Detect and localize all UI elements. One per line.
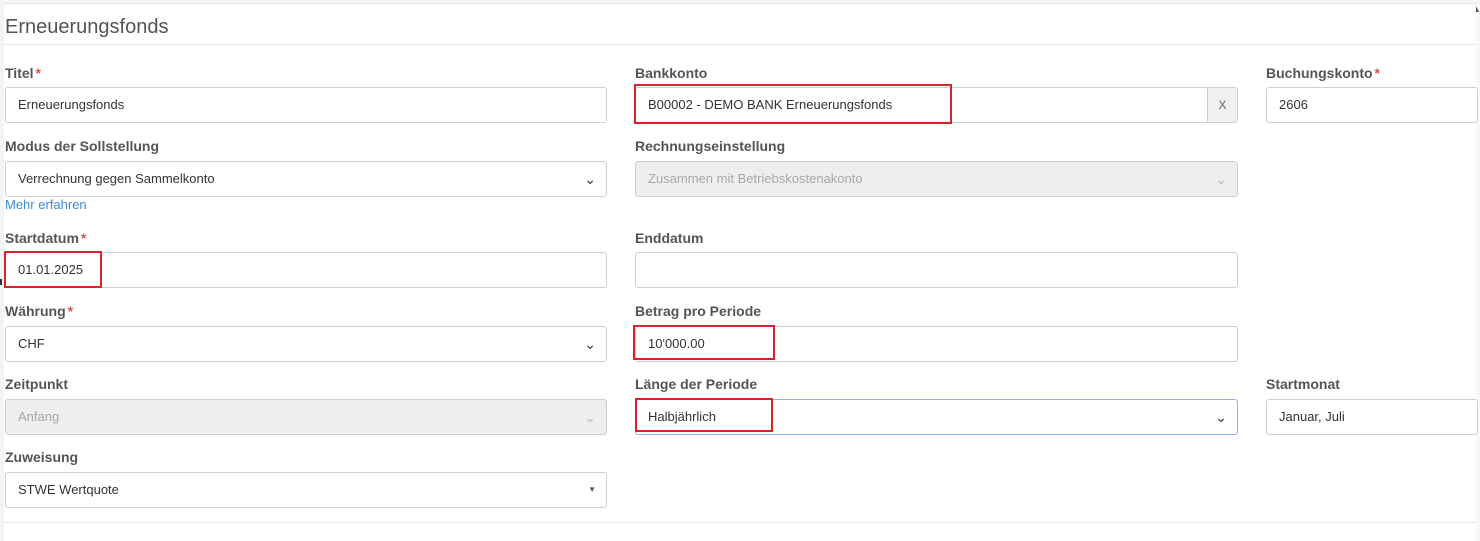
laenge-label: Länge der Periode (635, 376, 758, 392)
required-marker: * (67, 303, 74, 319)
enddatum-label: Enddatum (635, 230, 704, 246)
laenge-select[interactable]: Halbjährlich ⌄ (635, 399, 1238, 435)
rechnungseinstellung-select: Zusammen mit Betriebskostenakonto ⌄ (635, 161, 1238, 197)
enddatum-input[interactable] (635, 252, 1238, 288)
zeitpunkt-value: Anfang (18, 409, 60, 424)
chevron-down-icon: ⌄ (584, 171, 596, 187)
mehr-erfahren-link[interactable]: Mehr erfahren (5, 197, 87, 212)
required-marker: * (35, 65, 41, 81)
section-title: Erneuerungsfonds (5, 16, 169, 38)
modus-label: Modus der Sollstellung (5, 138, 160, 154)
bankkonto-select[interactable]: B00002 - DEMO BANK Erneuerungsfonds X (635, 87, 1238, 123)
betrag-value: 10'000.00 (648, 336, 705, 351)
chevron-down-icon: ⌄ (1215, 171, 1227, 187)
titel-label-text: Titel (5, 65, 34, 81)
betrag-label: Betrag pro Periode (635, 303, 762, 319)
zeitpunkt-select: Anfang ⌄ (5, 399, 607, 435)
startdatum-label: Startdatum * (5, 230, 86, 246)
waehrung-value: CHF (18, 336, 45, 351)
startdatum-value: 01.01.2025 (18, 262, 84, 277)
startmonat-value: Januar, Juli (1279, 409, 1345, 424)
chevron-down-icon: ⌄ (584, 336, 596, 352)
zuweisung-select[interactable]: STWE Wertquote ▼ (5, 472, 607, 508)
required-marker: * (1374, 65, 1380, 81)
bankkonto-clear-button[interactable]: X (1207, 88, 1237, 122)
laenge-value: Halbjährlich (648, 409, 716, 424)
title-divider (4, 44, 1476, 45)
form-bottom-divider (4, 522, 1476, 523)
zuweisung-value: STWE Wertquote (18, 482, 119, 497)
startmonat-input[interactable]: Januar, Juli (1266, 399, 1478, 435)
required-marker: * (80, 230, 87, 246)
caret-down-icon: ▼ (588, 485, 596, 494)
waehrung-select[interactable]: CHF ⌄ (5, 326, 607, 362)
startmonat-label: Startmonat (1266, 376, 1340, 392)
buchungskonto-label: Buchungskonto * (1266, 65, 1380, 81)
buchungskonto-value: 2606 (1279, 97, 1308, 112)
chevron-down-icon: ⌄ (1215, 409, 1227, 425)
titel-label: Titel * (5, 65, 41, 81)
waehrung-label-text: Währung (5, 303, 66, 319)
modus-value: Verrechnung gegen Sammelkonto (18, 171, 215, 186)
zeitpunkt-label: Zeitpunkt (5, 376, 68, 392)
buchungskonto-label-text: Buchungskonto (1266, 65, 1373, 81)
titel-input[interactable]: Erneuerungsfonds (5, 87, 607, 123)
bankkonto-label: Bankkonto (635, 65, 708, 81)
chevron-down-icon: ⌄ (584, 409, 596, 425)
betrag-input[interactable]: 10'000.00 (635, 326, 1238, 362)
bankkonto-value: B00002 - DEMO BANK Erneuerungsfonds (648, 97, 893, 112)
zuweisung-label: Zuweisung (5, 449, 79, 465)
waehrung-label: Währung * (5, 303, 73, 319)
buchungskonto-input[interactable]: 2606 (1266, 87, 1478, 123)
rechnungseinstellung-label: Rechnungseinstellung (635, 138, 786, 154)
form-panel: Erneuerungsfonds Titel * Erneuerungsfonds… (4, 3, 1478, 541)
modus-select[interactable]: Verrechnung gegen Sammelkonto ⌄ (5, 161, 607, 197)
titel-value: Erneuerungsfonds (18, 97, 125, 112)
startdatum-input[interactable]: 01.01.2025 (5, 252, 607, 288)
startdatum-label-text: Startdatum (5, 230, 79, 246)
rechnungseinstellung-value: Zusammen mit Betriebskostenakonto (648, 171, 863, 186)
